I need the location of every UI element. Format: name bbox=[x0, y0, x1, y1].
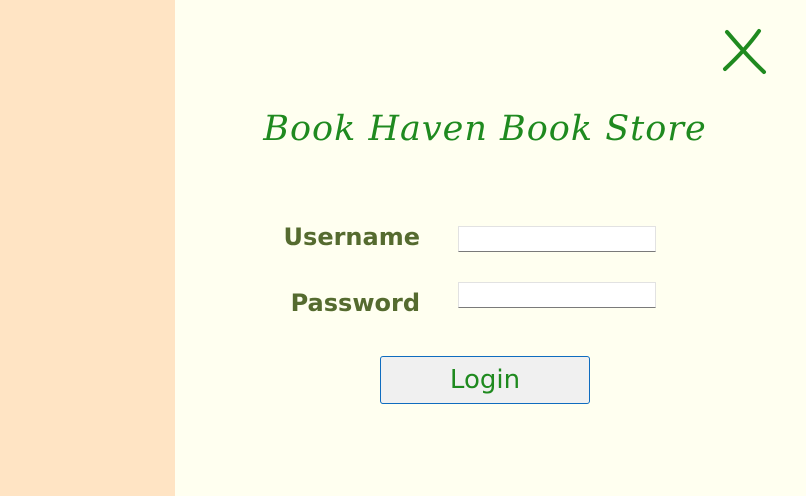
close-icon[interactable] bbox=[717, 26, 773, 78]
username-label: Username bbox=[283, 223, 420, 251]
username-input[interactable] bbox=[458, 226, 656, 252]
password-input[interactable] bbox=[458, 282, 656, 308]
left-side-panel bbox=[0, 0, 175, 496]
close-button[interactable] bbox=[717, 26, 773, 78]
store-title: Book Haven Book Store bbox=[263, 109, 707, 149]
login-button[interactable]: Login bbox=[380, 356, 590, 404]
password-label: Password bbox=[290, 289, 420, 317]
